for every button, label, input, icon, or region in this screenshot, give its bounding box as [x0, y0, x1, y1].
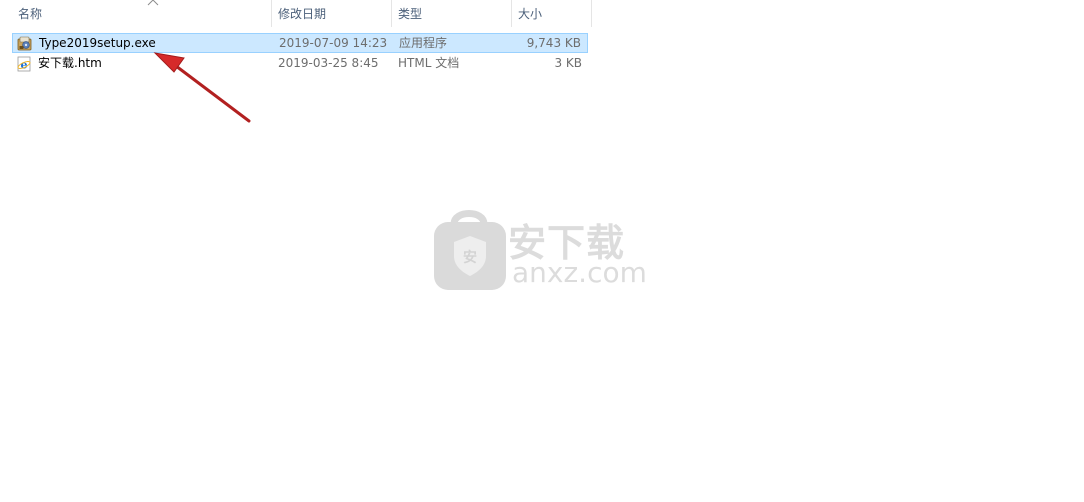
column-header-size-label: 大小: [518, 7, 543, 21]
anxz-watermark: 安 安下载 anxz.com: [432, 206, 662, 296]
watermark-domain-text: anxz.com: [512, 256, 647, 289]
shield-bag-icon: 安: [434, 210, 506, 290]
file-type: 应用程序: [399, 36, 448, 50]
watermark-shield-char: 安: [463, 249, 477, 266]
column-header-bar: 名称 修改日期 类型 大小: [0, 0, 592, 27]
column-header-date[interactable]: 修改日期: [272, 0, 392, 27]
column-header-type-label: 类型: [398, 7, 423, 21]
column-header-name-label: 名称: [18, 7, 43, 21]
file-date: 2019-03-25 8:45: [278, 56, 379, 70]
file-row-selected[interactable]: Type2019setup.exe 2019-07-09 14:23 应用程序 …: [12, 33, 588, 53]
svg-text:e: e: [21, 59, 28, 72]
sort-ascending-icon: [147, 0, 159, 6]
file-row[interactable]: e 安下载.htm 2019-03-25 8:45 HTML 文档 3 KB: [12, 54, 588, 74]
column-header-date-label: 修改日期: [278, 7, 327, 21]
ie-html-icon: e: [17, 56, 31, 72]
file-name: 安下载.htm: [38, 56, 102, 70]
file-date: 2019-07-09 14:23: [279, 36, 388, 50]
installer-icon: [17, 36, 32, 51]
column-header-size[interactable]: 大小: [512, 0, 592, 27]
file-size: 9,743 KB: [526, 36, 581, 50]
file-explorer-view: 名称 修改日期 类型 大小 Type2019setup.exe 2019-07-…: [0, 0, 1084, 502]
column-header-type[interactable]: 类型: [392, 0, 512, 27]
file-name: Type2019setup.exe: [39, 36, 156, 50]
file-size: 3 KB: [554, 56, 582, 70]
file-type: HTML 文档: [398, 56, 460, 70]
column-header-name[interactable]: 名称: [12, 0, 272, 27]
